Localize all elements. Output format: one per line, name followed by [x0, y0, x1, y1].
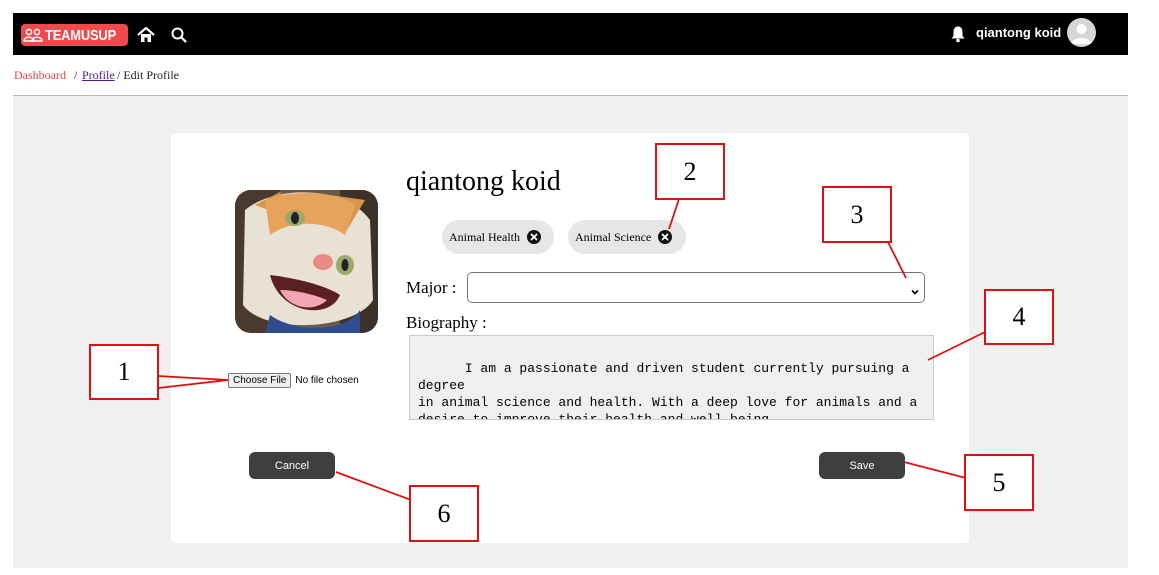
tag-label: Animal Health	[449, 229, 520, 244]
annotation-label: 1	[89, 344, 159, 400]
breadcrumb: Dashboard / Profile / Edit Profile	[13, 55, 1128, 96]
annotation-label: 3	[822, 186, 892, 243]
profile-name: qiantong koid	[406, 166, 561, 197]
user-avatar-icon[interactable]	[1067, 18, 1096, 47]
chevron-down-icon	[911, 283, 919, 295]
top-navbar: TEAMUSUP qiantong koid	[13, 13, 1128, 55]
brand-logo[interactable]: TEAMUSUP	[21, 24, 128, 46]
annotation-label: 5	[964, 454, 1034, 511]
choose-file-button[interactable]: Choose File	[228, 373, 292, 388]
home-icon[interactable]	[137, 26, 155, 44]
file-status-text: No file chosen	[295, 375, 359, 386]
search-icon[interactable]	[170, 26, 188, 44]
breadcrumb-dashboard[interactable]: Dashboard	[14, 68, 66, 83]
major-label: Major :	[406, 278, 457, 297]
biography-textarea[interactable]: I am a passionate and driven student cur…	[409, 335, 934, 420]
resize-handle-icon[interactable]	[923, 409, 931, 417]
breadcrumb-separator: /	[74, 68, 78, 82]
save-button[interactable]: Save	[819, 452, 905, 479]
remove-tag-icon[interactable]	[658, 230, 673, 244]
file-input[interactable]: Choose File No file chosen	[228, 373, 359, 388]
profile-photo	[235, 190, 378, 333]
team-logo-icon	[21, 24, 45, 46]
tag-label: Animal Science	[575, 229, 652, 244]
username[interactable]: qiantong koid	[976, 25, 1061, 40]
tag-chip: Animal Science	[568, 220, 686, 254]
biography-label: Biography :	[406, 313, 487, 332]
annotation-label: 6	[409, 485, 479, 542]
annotation-label: 2	[655, 143, 725, 200]
brand-name: TEAMUSUP	[45, 26, 117, 44]
bell-icon[interactable]	[950, 25, 966, 43]
biography-text: I am a passionate and driven student cur…	[418, 361, 918, 420]
cancel-button[interactable]: Cancel	[249, 452, 335, 479]
breadcrumb-profile[interactable]: Profile	[82, 68, 115, 83]
remove-tag-icon[interactable]	[526, 230, 541, 244]
tag-chip: Animal Health	[442, 220, 554, 254]
major-select[interactable]	[467, 272, 925, 303]
annotation-label: 4	[984, 289, 1054, 345]
breadcrumb-current: / Edit Profile	[117, 68, 179, 82]
app-window: TEAMUSUP qiantong koid Dashboard / Profi…	[13, 13, 1128, 568]
